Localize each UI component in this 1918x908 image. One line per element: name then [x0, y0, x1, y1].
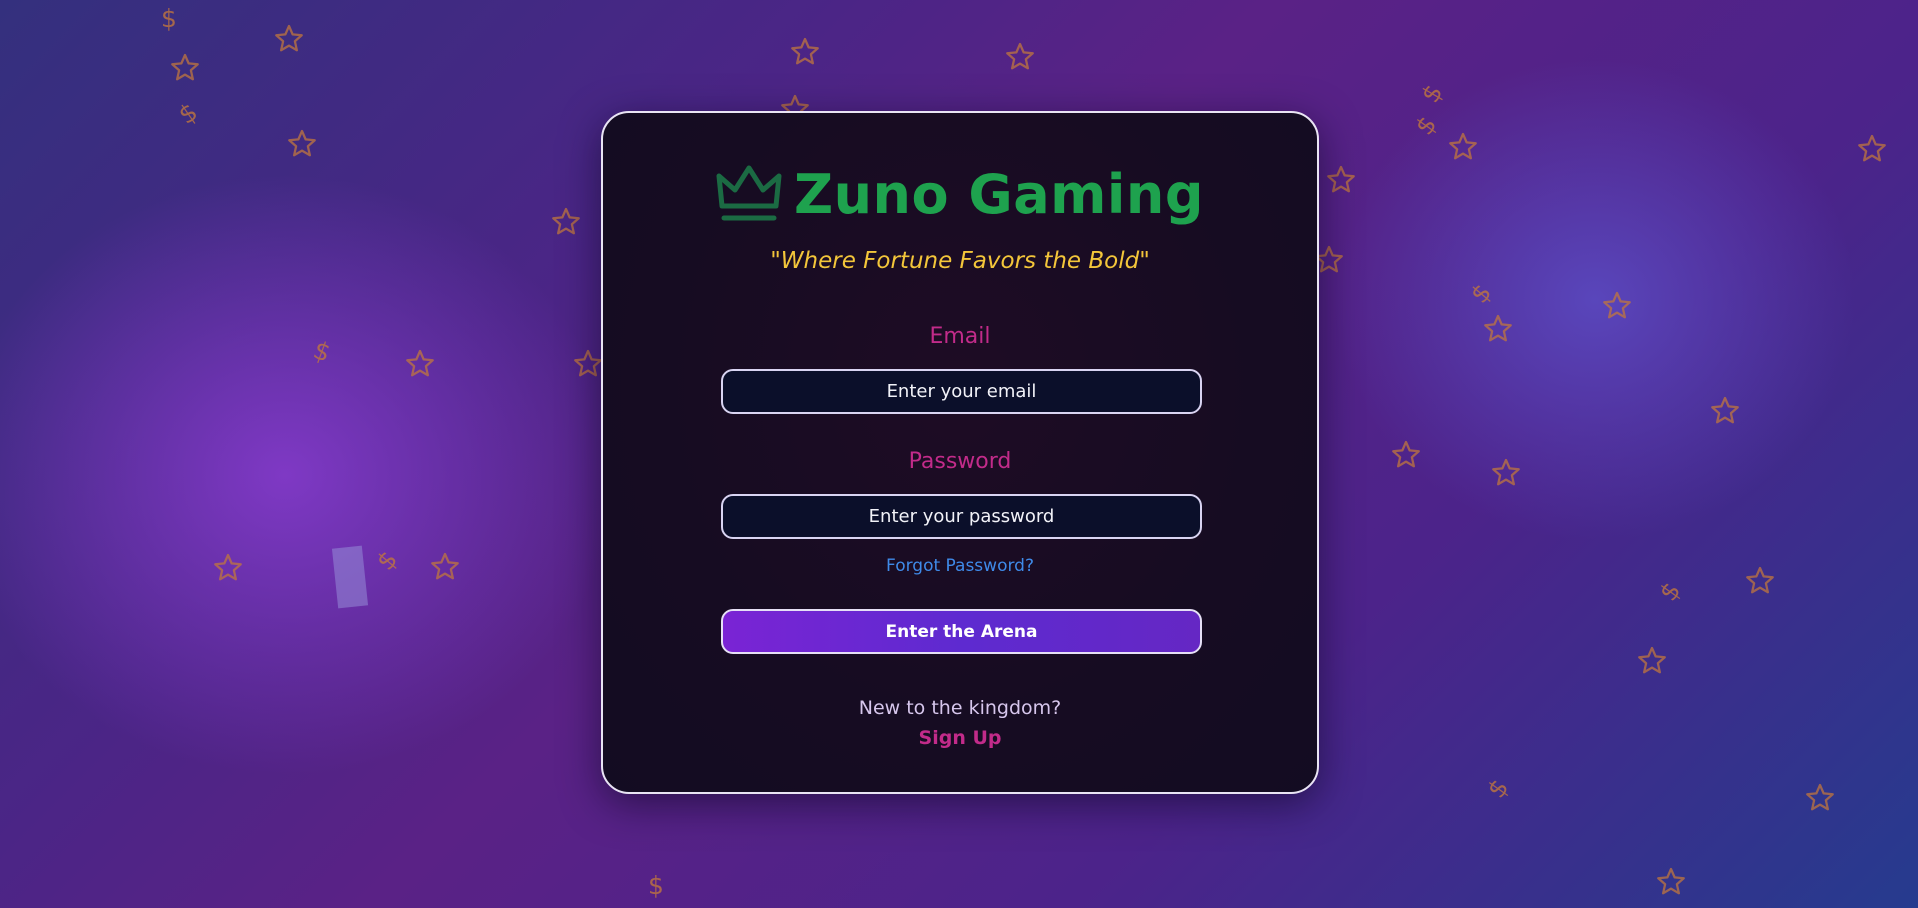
star-icon — [213, 553, 243, 582]
star-icon — [790, 37, 820, 66]
dollar-icon: $ — [1464, 278, 1498, 309]
star-icon — [551, 207, 581, 236]
dollar-icon: $ — [161, 4, 177, 33]
star-icon — [1005, 42, 1035, 71]
signup-prompt: New to the kingdom? — [858, 697, 1062, 719]
star-icon — [1857, 134, 1887, 163]
crown-icon — [716, 164, 782, 224]
password-label: Password — [908, 449, 1012, 474]
dollar-icon: $ — [1415, 79, 1449, 108]
password-input[interactable] — [721, 494, 1202, 539]
star-icon — [1745, 566, 1775, 595]
star-icon — [1491, 458, 1521, 487]
star-icon — [573, 349, 603, 378]
star-icon — [1391, 440, 1421, 469]
star-icon — [1602, 291, 1632, 320]
star-icon — [1448, 132, 1478, 161]
star-icon — [430, 552, 460, 581]
dollar-icon: $ — [1653, 576, 1687, 607]
star-icon — [1326, 165, 1356, 194]
star-icon — [405, 349, 435, 378]
background-shape — [331, 545, 369, 609]
dollar-icon: $ — [648, 871, 664, 900]
forgot-password-link[interactable]: Forgot Password? — [603, 556, 1317, 576]
star-icon — [170, 53, 200, 82]
dollar-icon: $ — [1481, 773, 1515, 804]
enter-arena-button[interactable]: Enter the Arena — [721, 609, 1202, 654]
tagline: "Where Fortune Favors the Bold" — [770, 248, 1150, 274]
star-icon — [274, 24, 304, 53]
star-icon — [1637, 646, 1667, 675]
star-icon — [287, 129, 317, 158]
dollar-icon: $ — [173, 97, 203, 130]
star-icon — [1805, 783, 1835, 812]
email-input[interactable] — [721, 369, 1202, 414]
login-card: Zuno Gaming "Where Fortune Favors the Bo… — [601, 111, 1319, 794]
brand-name: Zuno Gaming — [793, 162, 1205, 226]
signup-link[interactable]: Sign Up — [603, 727, 1317, 749]
dollar-icon: $ — [370, 545, 404, 576]
star-icon — [1483, 314, 1513, 343]
dollar-icon: $ — [309, 335, 335, 368]
star-icon — [1656, 867, 1686, 896]
star-icon — [1710, 396, 1740, 425]
email-label: Email — [929, 324, 991, 349]
brand-header: Zuno Gaming — [603, 159, 1317, 229]
dollar-icon: $ — [1409, 110, 1443, 141]
